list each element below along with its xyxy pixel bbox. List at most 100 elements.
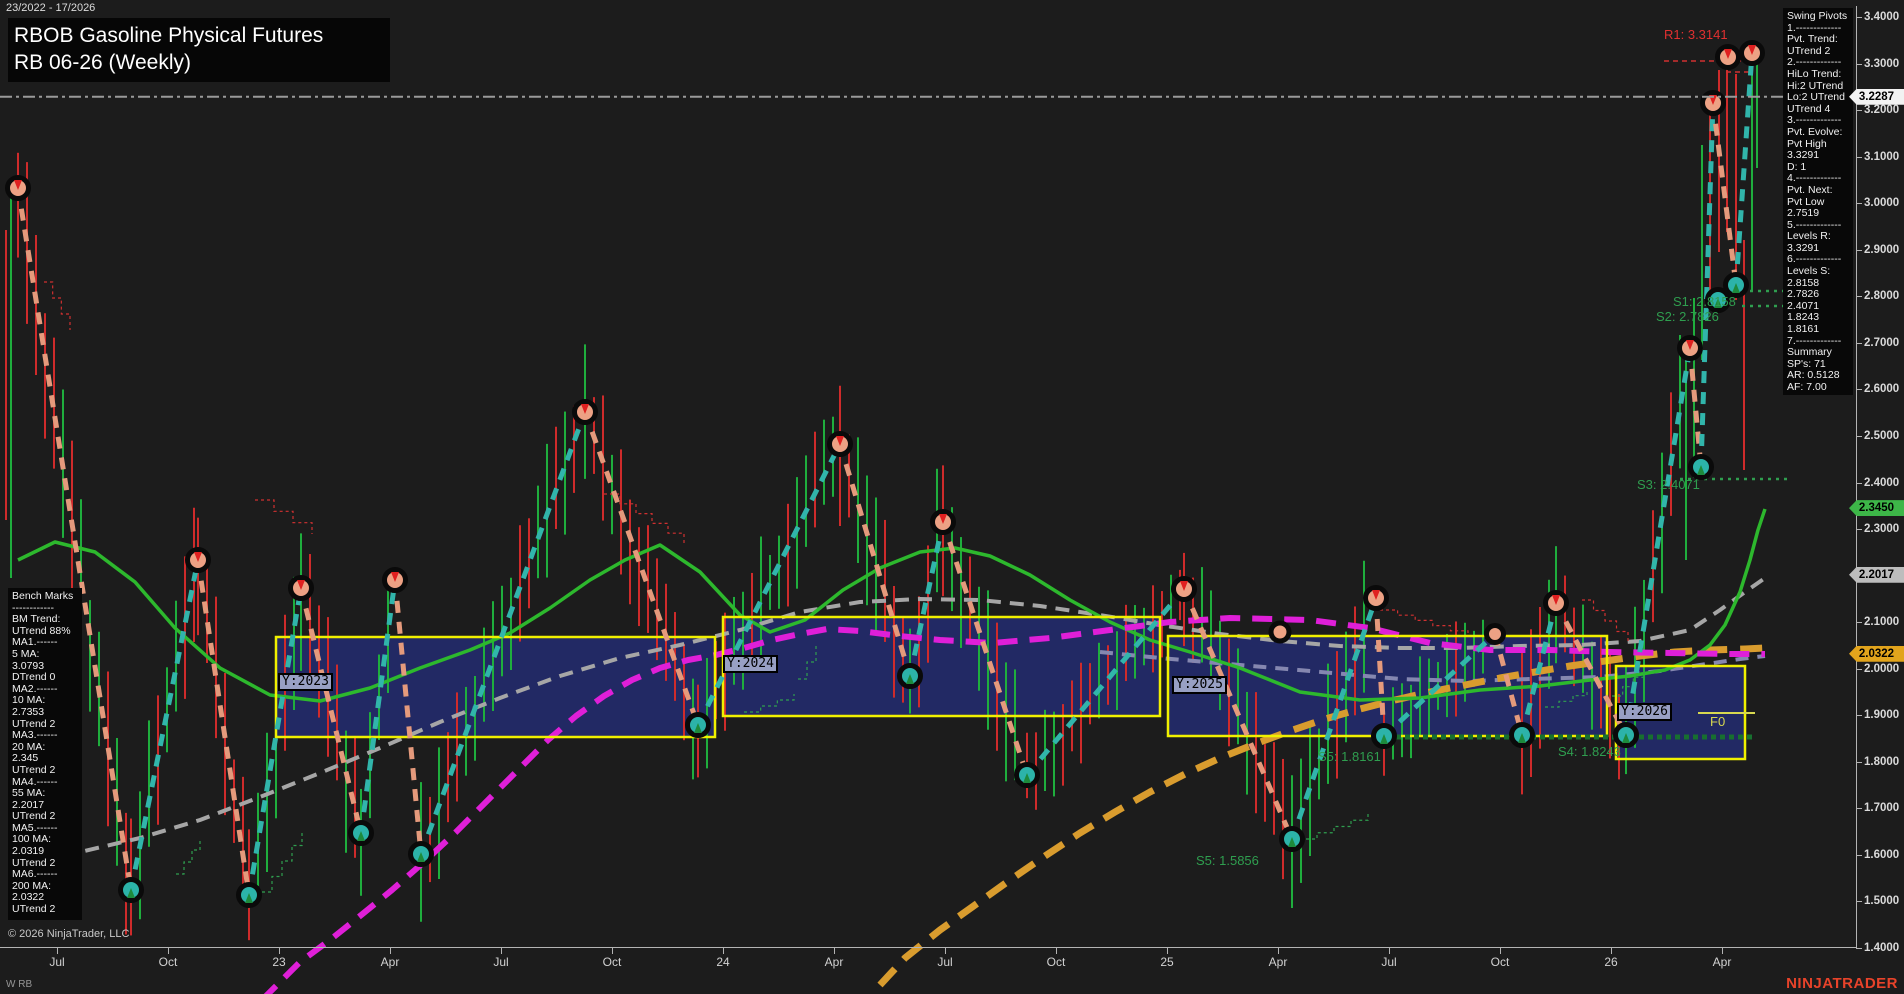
price-tick-mark <box>1856 64 1862 65</box>
price-tick-mark <box>1856 622 1862 623</box>
price-tick-label: 2.8000 <box>1864 290 1904 302</box>
time-tick-mark <box>612 947 613 954</box>
price-tick-label: 2.0000 <box>1864 663 1904 675</box>
year-range-chip-2023[interactable]: Y:2023 <box>278 673 333 691</box>
price-tick-label: 3.0000 <box>1864 197 1904 209</box>
time-tick-mark <box>1056 947 1057 954</box>
bench-marks-panel: Bench Marks------------BM Trend:UTrend 8… <box>8 588 82 920</box>
time-tick-mark <box>1500 947 1501 954</box>
price-tick-mark <box>1856 669 1862 670</box>
time-tick-label: Jul <box>915 955 975 969</box>
price-tick-label: 1.8000 <box>1864 756 1904 768</box>
hilo-step-line <box>255 500 312 534</box>
time-tick-label: 25 <box>1137 955 1197 969</box>
swing-pivots-line: Pvt. Next: <box>1787 185 1851 197</box>
price-tick-mark <box>1856 157 1862 158</box>
time-tick-label: Apr <box>804 955 864 969</box>
swing-pivots-line: 1.8161 <box>1787 324 1851 336</box>
date-range: 23/2022 - 17/2026 <box>6 2 95 14</box>
ma200-price-marker: 2.0322 <box>1849 646 1904 662</box>
bench-marks-line: 2.0319 <box>12 846 80 858</box>
swing-pivots-line: HiLo Trend: <box>1787 69 1851 81</box>
bench-marks-line: MA3.------ <box>12 730 80 742</box>
ninjatrader-logo: NINJATRADER <box>1786 975 1898 992</box>
support-label-s4: S4: 1.8243 <box>1558 744 1621 759</box>
price-tick-mark <box>1856 855 1862 856</box>
time-tick-label: Apr <box>1692 955 1752 969</box>
time-tick-mark <box>723 947 724 954</box>
contract-interval-title: RB 06-26 (Weekly) <box>14 49 382 76</box>
price-tick-mark <box>1856 296 1862 297</box>
price-tick-mark <box>1856 948 1862 949</box>
ma20-price-marker: 2.3450 <box>1849 500 1904 516</box>
time-tick-mark <box>1611 947 1612 954</box>
time-tick-label: Jul <box>27 955 87 969</box>
pivot-high-marker <box>1271 623 1289 641</box>
support-label-s5-low: S5: 1.5856 <box>1196 853 1259 868</box>
swing-pivots-line: Lo:2 UTrend <box>1787 92 1851 104</box>
time-tick-mark <box>57 947 58 954</box>
price-tick-label: 3.3000 <box>1864 58 1904 70</box>
pivot-high-marker <box>1487 626 1504 643</box>
time-tick-mark <box>279 947 280 954</box>
price-tick-mark <box>1856 250 1862 251</box>
year-range-chip-2024[interactable]: Y:2024 <box>723 655 778 673</box>
price-tick-mark <box>1856 901 1862 902</box>
ninjatrader-chart-window: { "header": { "date_range": "23/2022 - 1… <box>0 0 1904 994</box>
series-tag: W RB <box>6 979 32 990</box>
price-axis-line[interactable] <box>1856 6 1857 947</box>
ma55-price-marker: 2.2017 <box>1849 567 1904 583</box>
bench-marks-line: 55 MA: <box>12 788 80 800</box>
time-tick-label: Oct <box>1470 955 1530 969</box>
price-tick-label: 1.6000 <box>1864 849 1904 861</box>
time-tick-label: Oct <box>1026 955 1086 969</box>
hilo-step-line <box>44 282 70 330</box>
swing-pivots-line: Pvt. Evolve: <box>1787 127 1851 139</box>
time-tick-mark <box>1278 947 1279 954</box>
price-tick-label: 2.6000 <box>1864 383 1904 395</box>
price-tick-mark <box>1856 762 1862 763</box>
time-tick-label: 24 <box>693 955 753 969</box>
price-tick-label: 1.5000 <box>1864 895 1904 907</box>
time-tick-mark <box>390 947 391 954</box>
bench-marks-line: UTrend 2 <box>12 765 80 777</box>
swing-down-leg <box>198 560 249 895</box>
price-chart-canvas[interactable] <box>0 0 1904 994</box>
price-tick-mark <box>1856 17 1862 18</box>
time-tick-mark <box>501 947 502 954</box>
bench-marks-line: DTrend 0 <box>12 672 80 684</box>
swing-pivots-line: AF: 7.00 <box>1787 382 1851 394</box>
price-tick-label: 1.9000 <box>1864 709 1904 721</box>
price-tick-label: 2.4000 <box>1864 477 1904 489</box>
swing-down-leg <box>1690 348 1701 467</box>
time-tick-mark <box>1722 947 1723 954</box>
year-range-chip-2026[interactable]: Y:2026 <box>1617 703 1672 721</box>
price-tick-label: 2.3000 <box>1864 523 1904 535</box>
year-range-chip-2025[interactable]: Y:2025 <box>1172 676 1227 694</box>
swing-down-leg <box>1713 103 1736 285</box>
fibonacci-f0-label: F0 <box>1710 714 1725 729</box>
price-tick-label: 2.5000 <box>1864 430 1904 442</box>
hilo-step-line <box>176 838 200 874</box>
time-tick-label: Jul <box>471 955 531 969</box>
time-tick-mark <box>834 947 835 954</box>
swing-pivots-line: Levels S: <box>1787 266 1851 278</box>
price-tick-mark <box>1856 715 1862 716</box>
time-tick-label: Oct <box>138 955 198 969</box>
time-tick-label: 23 <box>249 955 309 969</box>
time-tick-mark <box>1389 947 1390 954</box>
instrument-title: RBOB Gasoline Physical Futures <box>14 22 382 49</box>
swing-pivots-line: 3.3291 <box>1787 150 1851 162</box>
price-tick-label: 2.7000 <box>1864 337 1904 349</box>
bench-marks-line: Bench Marks <box>12 591 80 603</box>
price-tick-mark <box>1856 389 1862 390</box>
support-label-s2: S2: 2.7826 <box>1656 309 1719 324</box>
price-tick-mark <box>1856 808 1862 809</box>
last-price-marker: 3.2287 <box>1849 89 1904 105</box>
swing-up-leg <box>131 560 198 890</box>
bench-marks-line: 2.7353 <box>12 707 80 719</box>
price-tick-mark <box>1856 436 1862 437</box>
price-tick-mark <box>1856 483 1862 484</box>
copyright-watermark: © 2026 NinjaTrader, LLC <box>8 928 129 940</box>
price-tick-label: 3.1000 <box>1864 151 1904 163</box>
